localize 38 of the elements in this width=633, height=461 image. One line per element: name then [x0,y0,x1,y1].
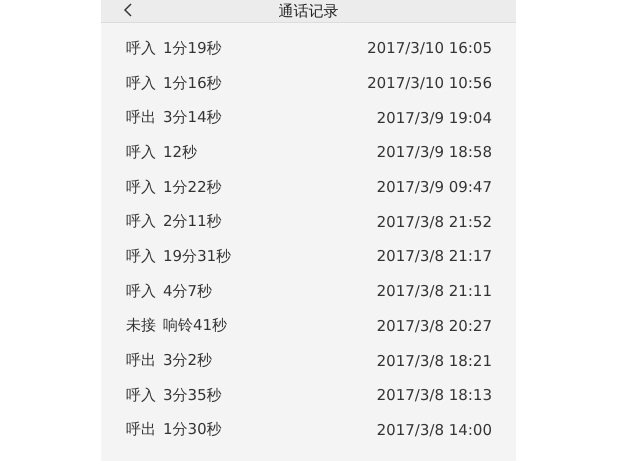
call-time: 2017/3/8 21:52 [376,212,492,231]
call-time: 2017/3/8 14:00 [376,420,492,439]
call-type: 未接 [126,316,156,336]
call-type: 呼入 [126,212,156,232]
call-time: 2017/3/8 21:17 [376,247,492,266]
call-duration: 4分7秒 [163,282,212,301]
call-duration: 1分30秒 [163,420,222,440]
call-type: 呼出 [126,108,156,128]
call-time: 2017/3/9 18:58 [376,143,492,162]
call-duration: 19分31秒 [163,246,232,266]
call-duration: 3分35秒 [163,386,222,405]
call-time: 2017/3/8 20:27 [376,316,492,335]
call-duration: 1分16秒 [163,74,222,93]
call-time: 2017/3/9 19:04 [376,108,492,127]
screen-title: 通话记录 [278,1,338,22]
call-type: 呼入 [126,74,156,93]
call-duration: 1分19秒 [163,38,222,58]
call-duration: 3分2秒 [163,351,212,370]
call-duration: 2分11秒 [163,212,222,232]
call-type: 呼入 [126,178,156,197]
call-time: 2017/3/10 16:05 [367,39,492,58]
call-time: 2017/3/8 18:13 [376,386,492,404]
call-type: 呼入 [126,142,156,162]
call-time: 2017/3/10 10:56 [367,74,492,92]
call-type: 呼出 [126,351,156,370]
call-duration: 3分14秒 [163,108,222,128]
call-time: 2017/3/9 09:47 [376,178,492,196]
call-duration: 响铃41秒 [163,316,228,336]
call-time: 2017/3/8 21:11 [376,282,492,300]
call-type: 呼入 [126,246,156,266]
call-type: 呼入 [126,38,156,58]
call-duration: 12秒 [163,142,198,162]
call-type: 呼入 [126,386,156,405]
back-icon[interactable] [123,3,133,17]
call-time: 2017/3/8 18:21 [376,352,492,370]
call-duration: 1分22秒 [163,178,222,197]
call-type: 呼入 [126,282,156,301]
call-type: 呼出 [126,420,156,440]
